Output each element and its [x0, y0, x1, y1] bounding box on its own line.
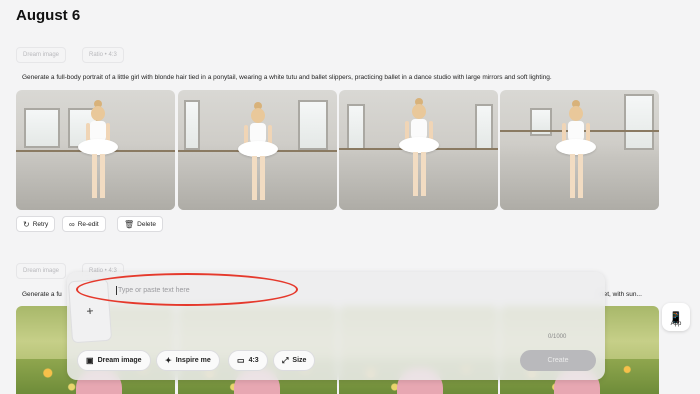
prompt-text: Generate a full-body portrait of a littl… [22, 74, 552, 81]
size-button[interactable]: ⤢ Size [273, 350, 316, 371]
create-button[interactable]: Create [520, 350, 596, 371]
aspect-ratio-icon: ▭ [237, 356, 245, 365]
refresh-icon: ↻ [23, 219, 30, 229]
generated-image-2[interactable] [178, 90, 337, 210]
tag-dream-image-2: Dream image [16, 263, 67, 279]
app-label: App [670, 321, 682, 327]
ratio-label: 4:3 [248, 357, 259, 364]
trash-icon: 🗑 [124, 219, 135, 229]
reedit-button[interactable]: ∞ Re-edit [62, 216, 106, 232]
tag-dream-image: Dream image [16, 47, 67, 63]
plus-icon: + [86, 303, 94, 319]
resize-icon: ⤢ [282, 355, 289, 365]
tag-ratio: Ratio • 4:3 [82, 47, 124, 63]
generated-image-3[interactable] [339, 90, 498, 210]
retry-button[interactable]: ↻ Retry [16, 216, 56, 232]
dream-image-button[interactable]: ▣ Dream image [77, 350, 151, 371]
delete-label: Delete [137, 220, 156, 228]
size-label: Size [292, 357, 307, 364]
retry-label: Retry [32, 220, 49, 228]
page-date-heading: August 6 [16, 7, 81, 24]
link-icon: ∞ [69, 219, 75, 229]
inspire-me-label: Inspire me [175, 357, 211, 364]
prompt-text-2-tail: net, with sun... [600, 291, 642, 298]
delete-button[interactable]: 🗑 Delete [117, 216, 163, 232]
character-counter: 0/1000 [548, 334, 567, 340]
magic-wand-icon: ✦ [165, 356, 172, 365]
image-icon: ▣ [86, 356, 94, 365]
inspire-me-button[interactable]: ✦ Inspire me [156, 350, 220, 371]
ratio-button[interactable]: ▭ 4:3 [228, 350, 268, 371]
dream-image-label: Dream image [97, 357, 142, 364]
reedit-label: Re-edit [77, 220, 99, 228]
generated-image-1[interactable] [16, 90, 175, 210]
generated-image-4[interactable] [500, 90, 659, 210]
annotation-ellipse [76, 273, 298, 306]
